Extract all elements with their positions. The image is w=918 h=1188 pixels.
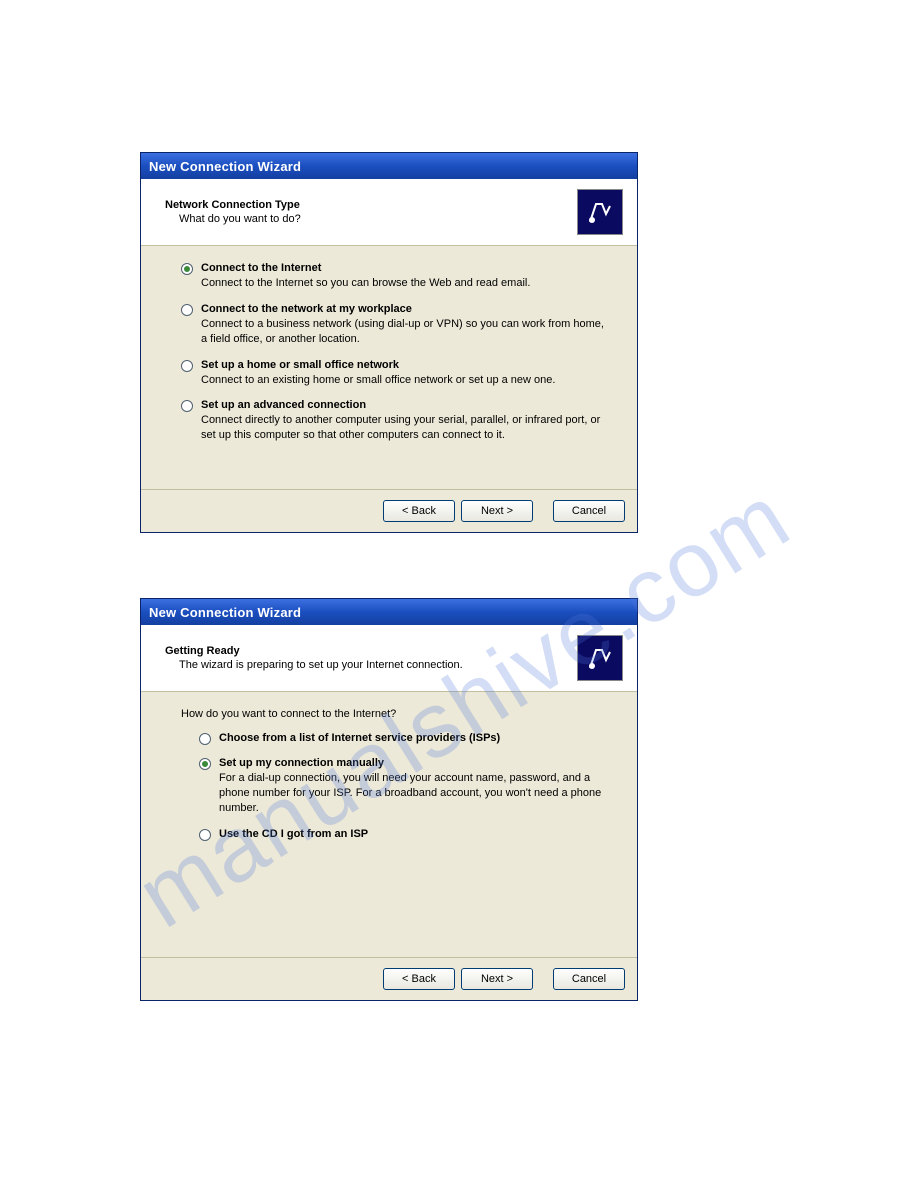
option-connect-internet[interactable]: Connect to the Internet Connect to the I…: [181, 262, 607, 291]
option-connect-workplace[interactable]: Connect to the network at my workplace C…: [181, 303, 607, 347]
option-desc: Connect to the Internet so you can brows…: [201, 276, 607, 291]
wizard-header: Network Connection Type What do you want…: [141, 179, 637, 246]
body-question: How do you want to connect to the Intern…: [181, 708, 607, 720]
back-button[interactable]: < Back: [383, 500, 455, 522]
option-label: Choose from a list of Internet service p…: [219, 732, 607, 744]
option-manual-connection[interactable]: Set up my connection manually For a dial…: [199, 757, 607, 816]
header-title: Network Connection Type: [165, 199, 577, 211]
wizard-header: Getting Ready The wizard is preparing to…: [141, 625, 637, 692]
option-home-network[interactable]: Set up a home or small office network Co…: [181, 359, 607, 388]
option-isp-list[interactable]: Choose from a list of Internet service p…: [199, 732, 607, 745]
header-title: Getting Ready: [165, 645, 577, 657]
option-isp-cd[interactable]: Use the CD I got from an ISP: [199, 828, 607, 841]
wizard-dialog-2: New Connection Wizard Getting Ready The …: [140, 598, 638, 1001]
option-label: Use the CD I got from an ISP: [219, 828, 607, 840]
option-desc: Connect to an existing home or small off…: [201, 373, 607, 388]
header-subtitle: What do you want to do?: [165, 213, 577, 225]
header-text: Getting Ready The wizard is preparing to…: [165, 645, 577, 671]
next-button[interactable]: Next >: [461, 968, 533, 990]
radio-icon[interactable]: [181, 360, 193, 372]
option-label: Set up an advanced connection: [201, 399, 607, 411]
wizard-icon: [577, 635, 623, 681]
radio-icon[interactable]: [181, 263, 193, 275]
wizard-footer: < Back Next > Cancel: [141, 957, 637, 1000]
radio-icon[interactable]: [199, 733, 211, 745]
header-subtitle: The wizard is preparing to set up your I…: [165, 659, 577, 671]
radio-icon[interactable]: [199, 758, 211, 770]
option-advanced-connection[interactable]: Set up an advanced connection Connect di…: [181, 399, 607, 443]
titlebar: New Connection Wizard: [141, 599, 637, 625]
radio-icon[interactable]: [181, 304, 193, 316]
next-button[interactable]: Next >: [461, 500, 533, 522]
wizard-dialog-1: New Connection Wizard Network Connection…: [140, 152, 638, 533]
option-label: Connect to the network at my workplace: [201, 303, 607, 315]
wizard-icon: [577, 189, 623, 235]
radio-icon[interactable]: [199, 829, 211, 841]
cancel-button[interactable]: Cancel: [553, 968, 625, 990]
option-label: Set up a home or small office network: [201, 359, 607, 371]
option-desc: For a dial-up connection, you will need …: [219, 771, 607, 816]
window-title: New Connection Wizard: [149, 605, 301, 620]
window-title: New Connection Wizard: [149, 159, 301, 174]
option-label: Set up my connection manually: [219, 757, 607, 769]
option-desc: Connect to a business network (using dia…: [201, 317, 607, 347]
wizard-footer: < Back Next > Cancel: [141, 489, 637, 532]
header-text: Network Connection Type What do you want…: [165, 199, 577, 225]
radio-icon[interactable]: [181, 400, 193, 412]
option-label: Connect to the Internet: [201, 262, 607, 274]
titlebar: New Connection Wizard: [141, 153, 637, 179]
wizard-body: Connect to the Internet Connect to the I…: [141, 246, 637, 489]
cancel-button[interactable]: Cancel: [553, 500, 625, 522]
back-button[interactable]: < Back: [383, 968, 455, 990]
wizard-body: How do you want to connect to the Intern…: [141, 692, 637, 957]
option-desc: Connect directly to another computer usi…: [201, 413, 607, 443]
